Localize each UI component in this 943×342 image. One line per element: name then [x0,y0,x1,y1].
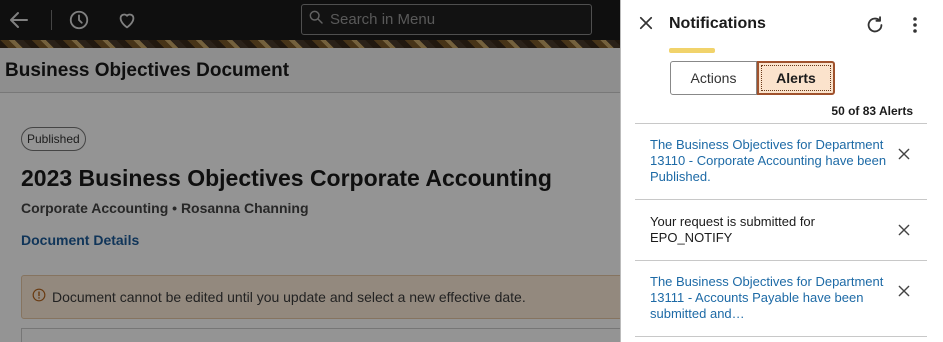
close-icon[interactable] [635,12,657,34]
dismiss-notification-icon[interactable] [895,145,913,163]
modal-overlay[interactable] [0,0,620,342]
tab-actions[interactable]: Actions [670,61,757,95]
dismiss-notification-icon[interactable] [895,221,913,239]
notifications-panel: Notifications Actions Alerts 50 of 83 Al… [620,0,943,342]
divider [635,123,927,124]
notification-type-toggle: Actions Alerts [670,61,835,95]
notification-item[interactable]: The Business Objectives for Department 1… [650,137,890,185]
more-options-icon[interactable] [906,13,924,37]
notifications-title: Notifications [669,15,766,32]
refresh-icon[interactable] [863,13,887,37]
title-accent-bar [669,48,715,53]
divider [635,336,927,337]
notification-item[interactable]: Your request is submitted for EPO_NOTIFY [650,214,890,246]
notification-item[interactable]: The Business Objectives for Department 1… [650,274,890,322]
tab-alerts[interactable]: Alerts [757,61,835,95]
dismiss-notification-icon[interactable] [895,282,913,300]
alerts-count: 50 of 83 Alerts [831,104,913,118]
divider [635,199,927,200]
divider [635,260,927,261]
